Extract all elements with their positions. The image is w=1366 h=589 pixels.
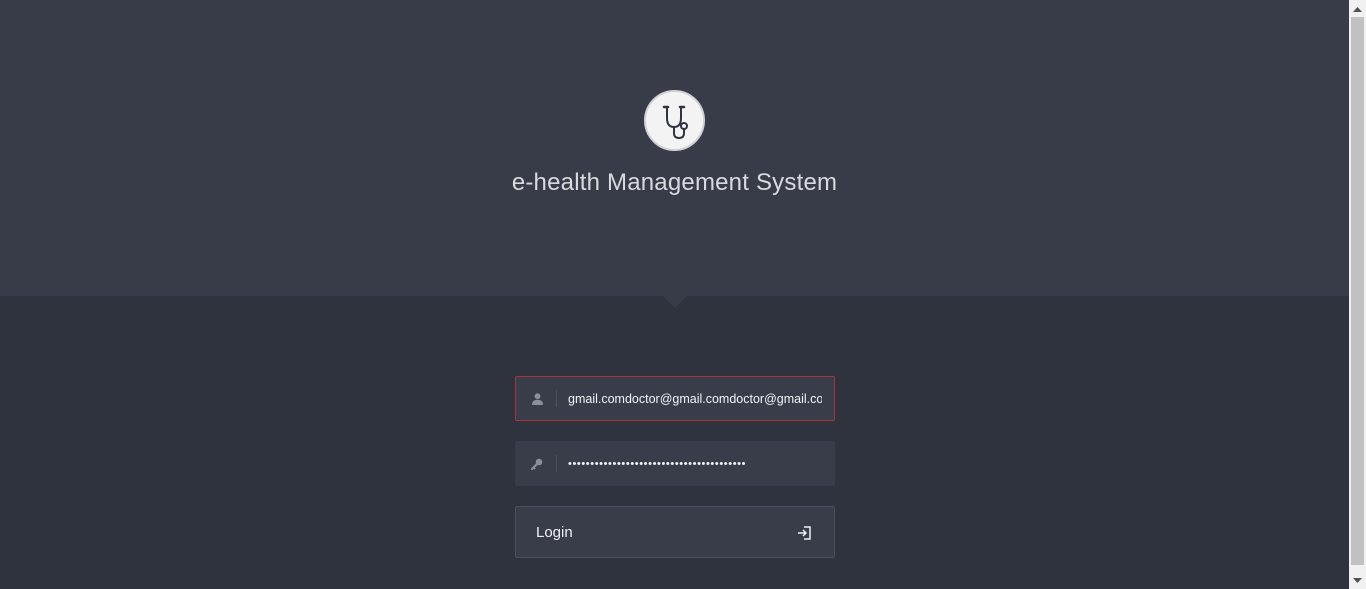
password-input[interactable]: •••••••••••••••••••••••••••••••••••••••• [568, 442, 822, 485]
email-value: gmail.comdoctor@gmail.comdoctor@gmail.co… [568, 391, 822, 406]
password-value: •••••••••••••••••••••••••••••••••••••••• [568, 457, 747, 470]
page-title: e-health Management System [511, 169, 838, 196]
header-pointer [663, 296, 687, 308]
password-field[interactable]: •••••••••••••••••••••••••••••••••••••••• [515, 441, 835, 486]
sign-in-icon [796, 525, 812, 541]
email-input[interactable]: gmail.comdoctor@gmail.comdoctor@gmail.co… [568, 377, 822, 420]
stethoscope-icon [662, 105, 688, 139]
scroll-up-arrow-icon[interactable] [1349, 0, 1366, 17]
login-page: e-health Management System gmail.comdoct… [0, 0, 1349, 589]
field-divider [556, 455, 557, 472]
user-icon [530, 377, 544, 420]
scrollbar-thumb[interactable] [1351, 17, 1364, 565]
field-divider [556, 390, 557, 407]
logo [644, 90, 705, 151]
header-banner: e-health Management System [0, 0, 1349, 296]
vertical-scrollbar[interactable] [1349, 0, 1366, 589]
login-button-label: Login [536, 523, 573, 541]
email-field[interactable]: gmail.comdoctor@gmail.comdoctor@gmail.co… [515, 376, 835, 421]
login-button[interactable]: Login [515, 506, 835, 558]
key-icon [530, 442, 544, 485]
scroll-down-arrow-icon[interactable] [1349, 572, 1366, 589]
